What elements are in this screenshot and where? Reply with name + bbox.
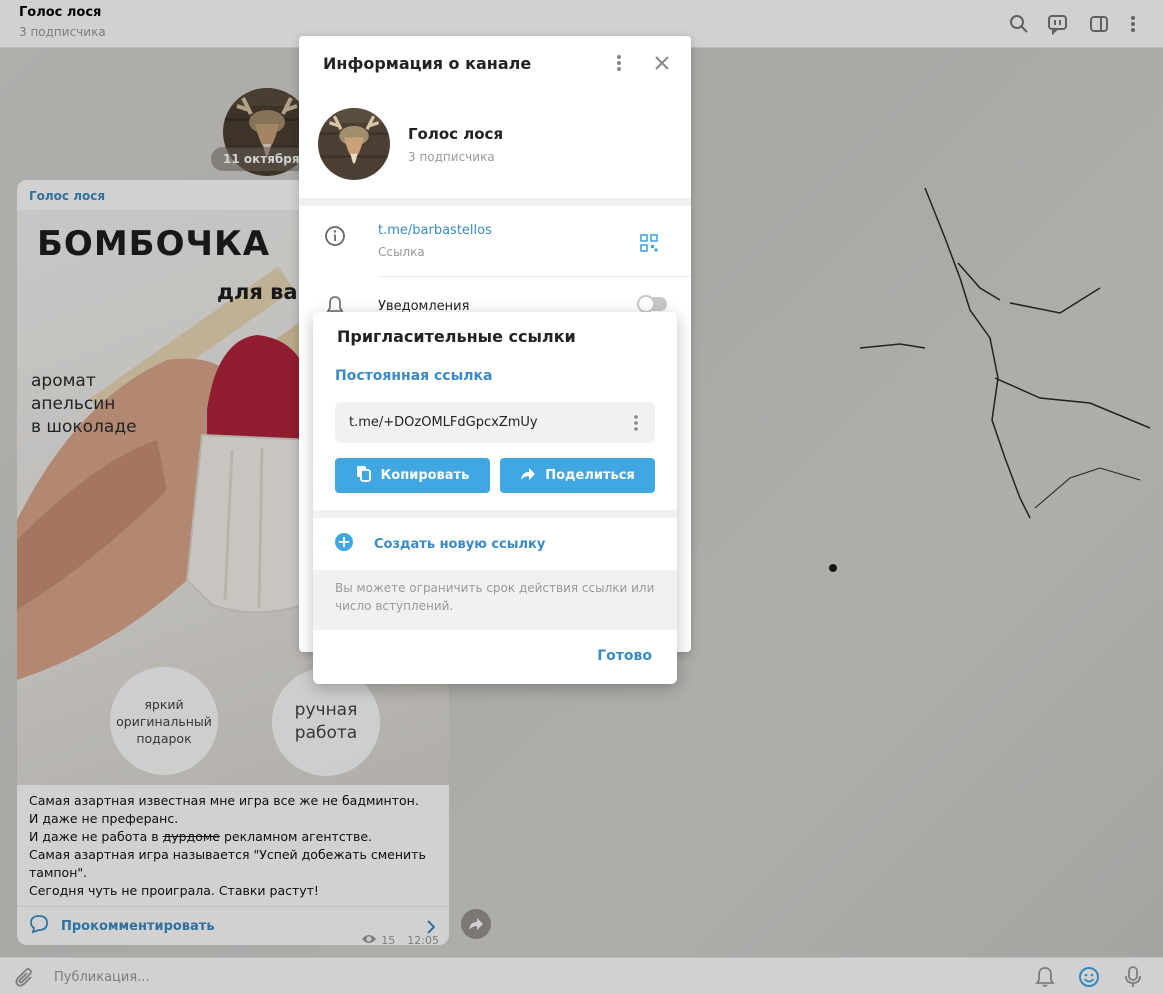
dialog-title: Пригласительные ссылки bbox=[337, 327, 576, 346]
search-icon[interactable] bbox=[1007, 12, 1031, 36]
post-text: Самая азартная известная мне игра все же… bbox=[29, 792, 439, 900]
chat-title[interactable]: Голос лося bbox=[19, 5, 101, 20]
chat-subtitle: 3 подписчика bbox=[19, 25, 106, 39]
section-divider bbox=[313, 510, 677, 518]
more-vertical-icon[interactable] bbox=[1121, 12, 1145, 36]
channel-link[interactable]: t.me/barbastellos bbox=[378, 223, 492, 238]
message-input[interactable]: Публикация... bbox=[54, 970, 150, 985]
image-aroma-text: аромат апельсин в шоколаде bbox=[31, 371, 137, 437]
microphone-icon[interactable] bbox=[1125, 966, 1141, 992]
create-new-link-button[interactable]: Создать новую ссылку bbox=[313, 518, 677, 570]
post-line: Самая азартная игра называется "Успей до… bbox=[29, 847, 426, 880]
comment-button[interactable]: Прокомментировать bbox=[17, 906, 449, 945]
info-icon bbox=[324, 225, 346, 251]
post-line: И даже не преферанс. bbox=[29, 811, 179, 826]
post-line: Сегодня чуть не проиграла. Ставки растут… bbox=[29, 883, 319, 898]
emoji-icon[interactable] bbox=[1078, 966, 1100, 992]
image-circle-handmade: ручная работа bbox=[272, 668, 380, 776]
create-link-label: Создать новую ссылку bbox=[374, 536, 546, 552]
section-divider bbox=[299, 198, 691, 206]
permanent-link-heading: Постоянная ссылка bbox=[335, 368, 493, 384]
copy-link-button[interactable]: Копировать bbox=[335, 458, 490, 493]
row-separator bbox=[378, 276, 691, 277]
chevron-right-icon bbox=[427, 919, 436, 938]
channel-link-label: Ссылка bbox=[378, 245, 425, 259]
more-vertical-icon[interactable] bbox=[627, 411, 645, 435]
more-vertical-icon[interactable] bbox=[616, 54, 622, 76]
channel-info-name: Голос лося bbox=[408, 125, 504, 143]
image-subheadline: для ва bbox=[217, 280, 298, 304]
invite-link-field[interactable]: t.me/+DOzOMLFdGpcxZmUy bbox=[335, 402, 655, 443]
post-line: Самая азартная известная мне игра все же… bbox=[29, 793, 419, 808]
attach-icon[interactable] bbox=[14, 967, 36, 993]
sidebar-toggle-icon[interactable] bbox=[1087, 12, 1111, 36]
forward-button[interactable] bbox=[461, 909, 491, 939]
post-line: И даже не работа в bbox=[29, 829, 159, 844]
channel-info-title: Информация о канале bbox=[323, 54, 532, 73]
comment-icon bbox=[29, 914, 49, 938]
done-button[interactable]: Готово bbox=[597, 648, 652, 664]
invite-links-dialog: Пригласительные ссылки Постоянная ссылка… bbox=[313, 312, 677, 684]
comment-label: Прокомментировать bbox=[61, 918, 215, 934]
image-headline: БОМБОЧКА bbox=[37, 224, 271, 264]
post-author[interactable]: Голос лося bbox=[29, 189, 105, 203]
image-circle-gift: яркий оригинальный подарок bbox=[110, 667, 218, 775]
discussion-icon[interactable] bbox=[1046, 12, 1070, 36]
bell-icon[interactable] bbox=[1035, 966, 1055, 992]
message-composer: Публикация... bbox=[0, 957, 1163, 994]
notifications-toggle[interactable] bbox=[637, 295, 667, 313]
copy-label: Копировать bbox=[380, 468, 470, 483]
close-icon[interactable] bbox=[654, 55, 670, 75]
channel-info-avatar[interactable] bbox=[318, 108, 390, 180]
share-arrow-icon bbox=[520, 467, 536, 485]
invite-link-text[interactable]: t.me/+DOzOMLFdGpcxZmUy bbox=[349, 415, 538, 430]
channel-info-subscribers: 3 подписчика bbox=[408, 150, 495, 164]
copy-icon bbox=[356, 465, 372, 487]
plus-circle-icon bbox=[334, 532, 354, 556]
share-label: Поделиться bbox=[545, 468, 635, 483]
invite-hint-text: Вы можете ограничить срок действия ссылк… bbox=[313, 570, 677, 630]
share-link-button[interactable]: Поделиться bbox=[500, 458, 655, 493]
post-strikethrough: дурдоме bbox=[162, 829, 220, 844]
post-line: рекламном агентстве. bbox=[220, 829, 373, 844]
qr-code-icon[interactable] bbox=[640, 234, 658, 256]
